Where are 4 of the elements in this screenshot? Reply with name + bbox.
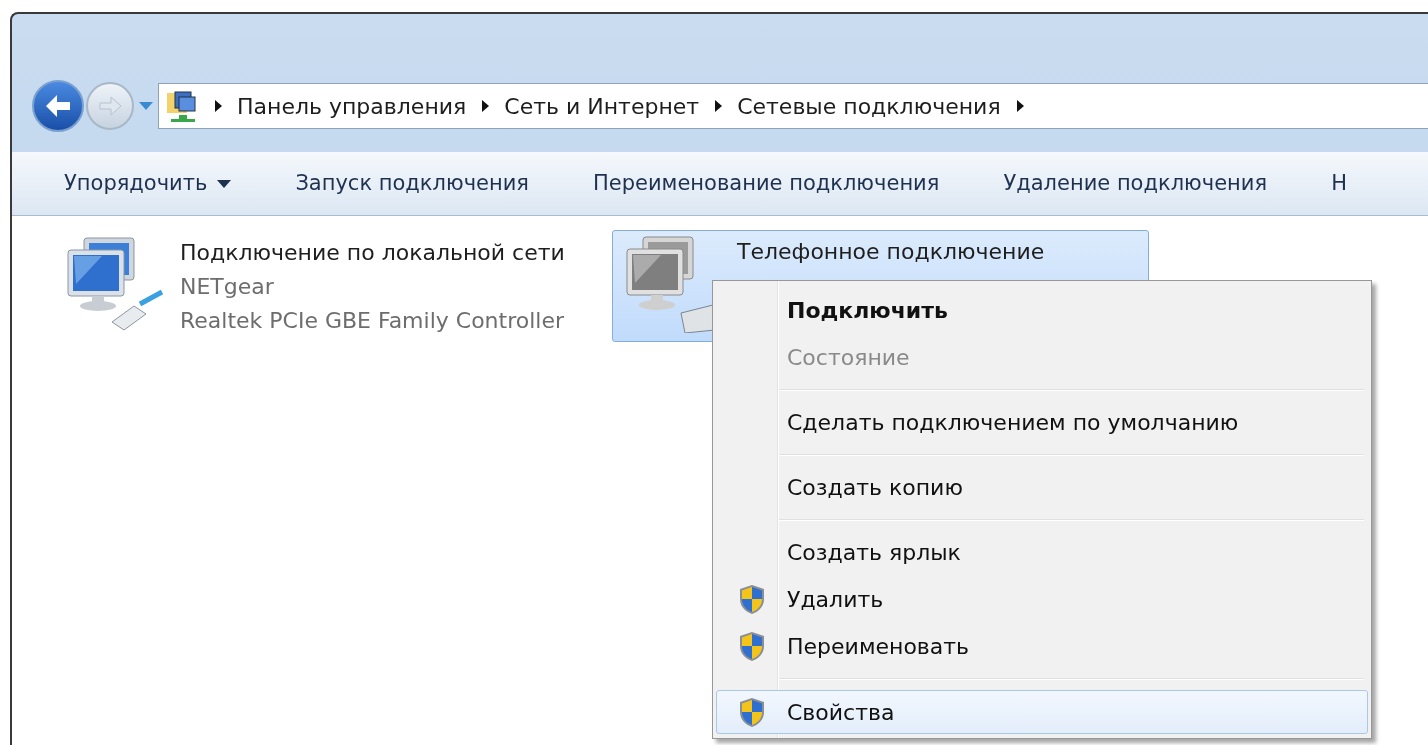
connection-name: Подключение по локальной сети bbox=[180, 239, 565, 267]
connection-name: Телефонное подключение bbox=[737, 238, 1045, 266]
connection-detail: Realtek PCIe GBE Family Controller bbox=[180, 307, 565, 335]
connection-detail: NETgear bbox=[180, 273, 275, 301]
